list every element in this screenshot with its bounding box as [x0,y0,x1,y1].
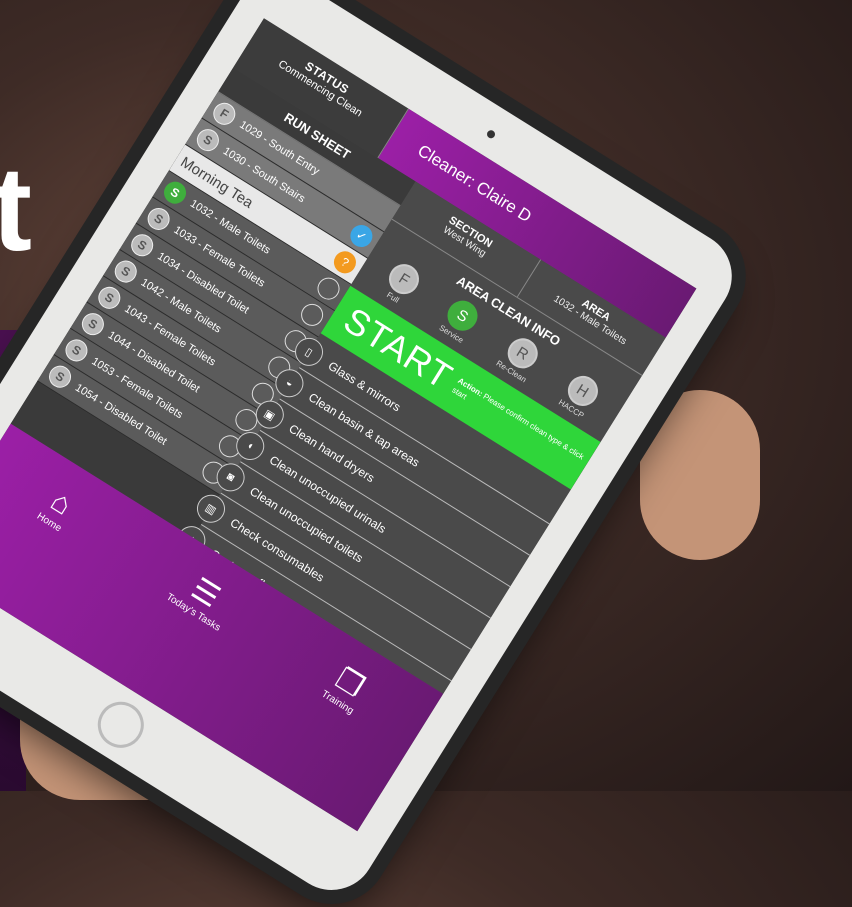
clean-type-badge: F [209,98,240,129]
clean-type-badge: S [77,308,109,340]
clean-type-badge: S [94,282,125,313]
right-hand [640,390,760,560]
clean-type-badge: S [159,177,191,208]
clean-type-badge: S [110,256,141,287]
clean-type-badge: S [143,203,174,235]
clean-type-badge: S [127,230,158,261]
clean-type-badge: S [61,335,92,366]
background-letter: t [0,142,32,276]
clean-type-badge: S [192,124,224,156]
clean-type-badge: S [44,361,76,392]
